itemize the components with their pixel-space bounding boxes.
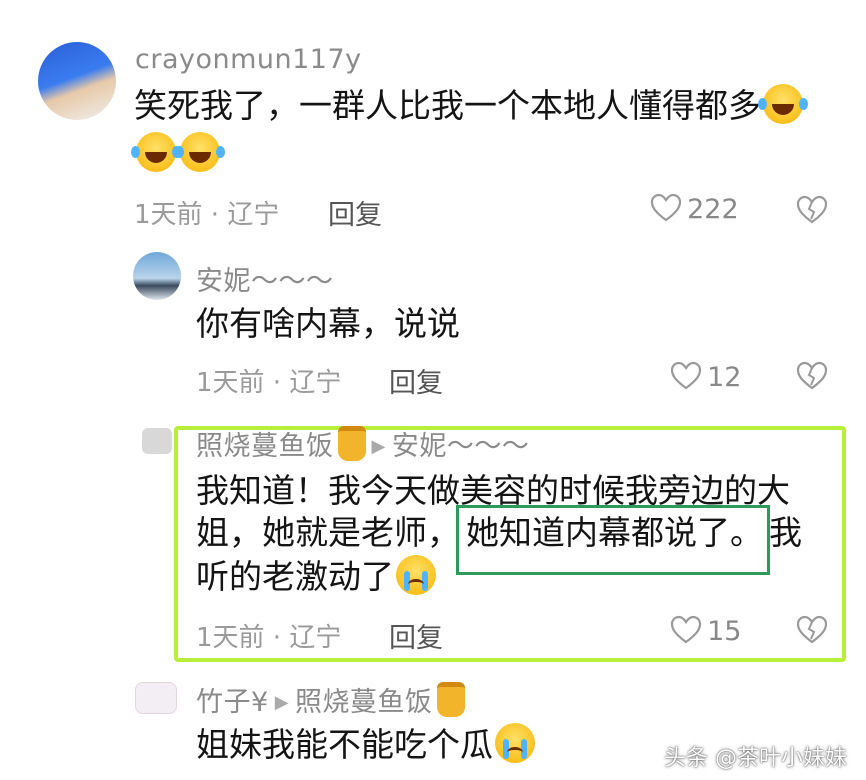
heart-icon [650, 193, 682, 222]
inner-highlight-frame [456, 505, 770, 575]
reply-button[interactable]: 回复 [389, 361, 443, 400]
reply-arrow-icon: ▶ [274, 692, 290, 713]
comment-text-line: 笑死我了，一群人比我一个本地人懂得都多 [134, 86, 761, 125]
reply-to-username[interactable]: 照烧蔓鱼饭 [295, 687, 433, 718]
like-button[interactable]: 222 [650, 193, 739, 225]
heart-icon [670, 361, 702, 390]
comment-text: 你有啥内幕，说说 [196, 304, 460, 343]
comment-text-segment: 姐，她就是老师， [196, 513, 460, 552]
reply-button[interactable]: 回复 [389, 616, 443, 655]
honey-jar-icon [337, 426, 366, 461]
like-button[interactable]: 15 [670, 615, 741, 647]
honey-jar-icon [436, 682, 465, 717]
avatar[interactable] [135, 682, 177, 714]
like-count: 12 [707, 362, 742, 393]
dislike-heart-icon[interactable] [796, 361, 828, 391]
avatar[interactable] [133, 252, 181, 300]
laughing-emoji-icon [175, 132, 220, 172]
reply-to-username[interactable]: 安妮～～～ [392, 431, 530, 462]
crying-emoji-icon [495, 723, 535, 763]
like-button[interactable]: 12 [670, 361, 741, 393]
like-count: 15 [707, 616, 742, 647]
comment-text: 笑死我了，一群人比我一个本地人懂得都多 [134, 82, 805, 130]
avatar[interactable] [142, 428, 172, 454]
comment-username[interactable]: crayonmun117y [135, 44, 362, 75]
reply-button[interactable]: 回复 [328, 193, 382, 232]
comment-meta: 1天前 · 辽宁 [196, 623, 342, 653]
comment-header: 照烧蔓鱼饭 ▶ 安妮～～～ [196, 424, 529, 463]
avatar[interactable] [38, 42, 116, 120]
comment-meta: 1天前 · 辽宁 [196, 368, 342, 398]
watermark: 头条 @茶叶小妹妹 [664, 746, 847, 771]
dislike-heart-icon[interactable] [796, 195, 828, 225]
comment-header: 竹子¥ ▶ 照烧蔓鱼饭 [196, 680, 465, 719]
laughing-emoji-icon [758, 84, 803, 124]
comment-username[interactable]: 照烧蔓鱼饭 [196, 431, 334, 462]
comment-text-segment: 我 [769, 513, 802, 552]
comment-text-segment: 姐妹我能不能吃个瓜 [196, 725, 493, 764]
crying-emoji-icon [396, 555, 436, 595]
heart-icon [670, 615, 702, 644]
comment-username[interactable]: 安妮～～～ [196, 259, 334, 298]
comment-text-segment: 听的老激动了 [196, 557, 394, 596]
like-count: 222 [687, 194, 739, 225]
dislike-heart-icon[interactable] [796, 615, 828, 645]
comment-emoji-row [131, 130, 222, 178]
laughing-emoji-icon [131, 132, 176, 172]
reply-arrow-icon: ▶ [371, 436, 386, 457]
comment-username[interactable]: 竹子¥ [196, 687, 269, 718]
comment-text-line: 姐妹我能不能吃个瓜 [196, 721, 537, 769]
comment-meta: 1天前 · 辽宁 [134, 200, 280, 230]
comment-text-line: 听的老激动了 [196, 553, 438, 601]
